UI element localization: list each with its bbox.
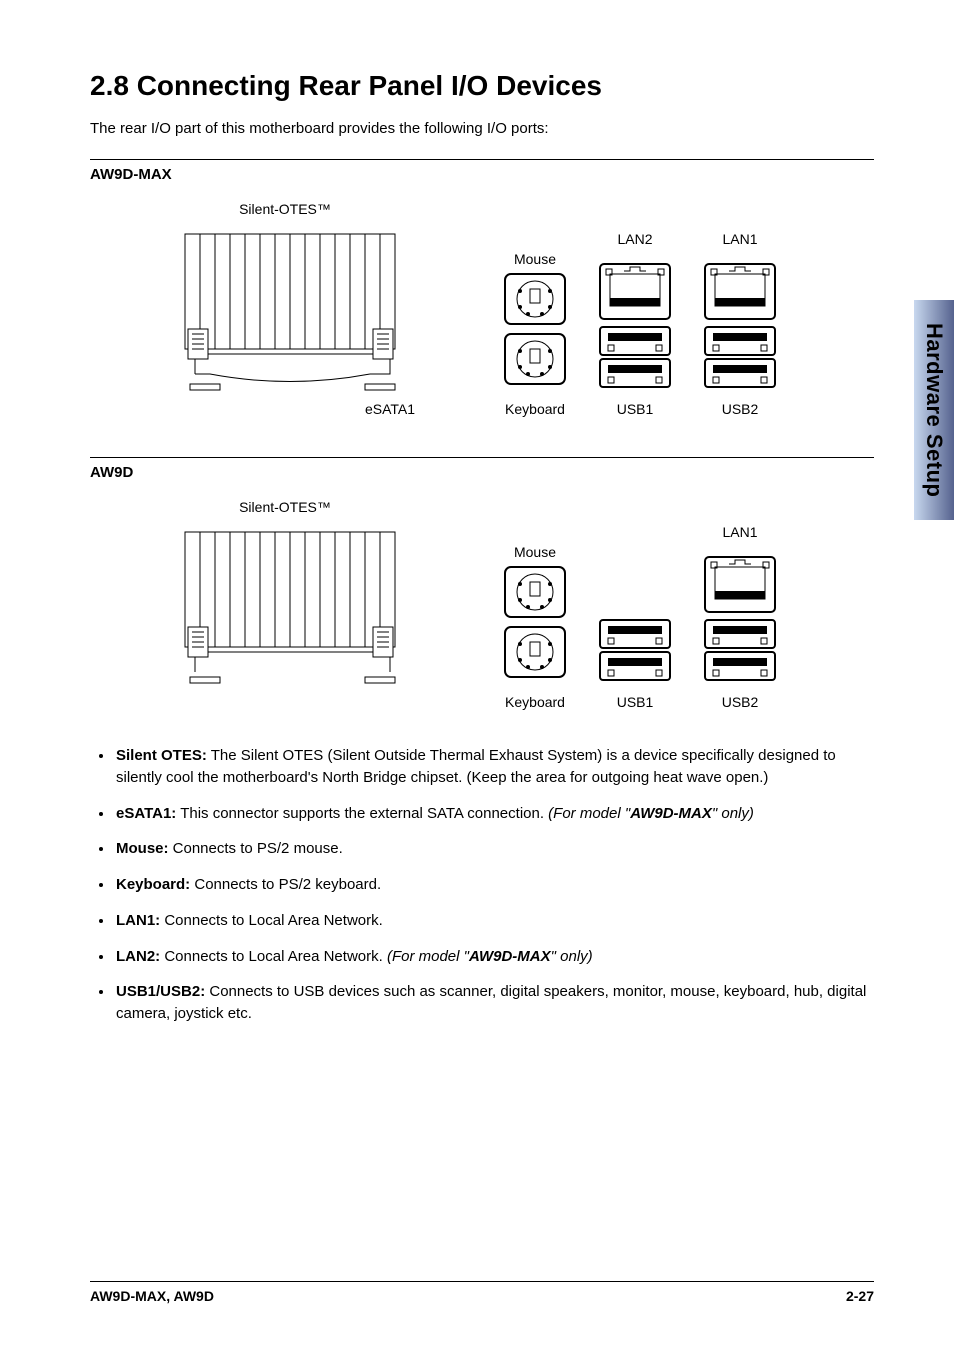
keyboard-label: Keyboard [505, 401, 565, 417]
usb1-port-icon-2 [600, 620, 670, 680]
usb2-label-2: USB2 [722, 694, 759, 710]
lan1-port-icon-2 [705, 557, 775, 612]
ps2-keyboard-icon [505, 334, 565, 384]
list-item: Silent OTES: The Silent OTES (Silent Out… [114, 745, 874, 789]
page-heading: 2.8 Connecting Rear Panel I/O Devices [90, 70, 874, 102]
bolditalic: AW9D-MAX [469, 948, 551, 965]
body: This connector supports the external SAT… [176, 805, 548, 822]
diagram-aw9d-max: Silent-OTES™ [90, 189, 810, 439]
page-footer: AW9D-MAX, AW9D 2-27 [90, 1281, 874, 1304]
bolditalic: AW9D-MAX [630, 805, 712, 822]
usb1-label-2: USB1 [617, 694, 654, 710]
list-item: USB1/USB2: Connects to USB devices such … [114, 981, 874, 1025]
footer-left: AW9D-MAX, AW9D [90, 1288, 214, 1304]
ps2-mouse-icon-2 [505, 567, 565, 617]
usb1-label: USB1 [617, 401, 654, 417]
body: Connects to USB devices such as scanner,… [116, 983, 866, 1022]
silent-otes-label: Silent-OTES™ [239, 201, 331, 217]
keyboard-label-2: Keyboard [505, 694, 565, 710]
ps2-mouse-icon [505, 274, 565, 324]
esata-label: eSATA1 [365, 401, 415, 417]
section-2-label: AW9D [90, 457, 874, 481]
usb2-label: USB2 [722, 401, 759, 417]
section-1-label: AW9D-MAX [90, 159, 874, 183]
term: eSATA1: [116, 805, 176, 822]
bullet-list: Silent OTES: The Silent OTES (Silent Out… [114, 745, 874, 1025]
heatsink-icon-2 [185, 532, 395, 683]
list-item: Keyboard: Connects to PS/2 keyboard. [114, 874, 874, 896]
body: The Silent OTES (Silent Outside Thermal … [116, 747, 836, 786]
list-item: eSATA1: This connector supports the exte… [114, 803, 874, 825]
italic-post: " only) [712, 805, 754, 822]
lan2-port-icon [600, 264, 670, 319]
ps2-keyboard-icon-2 [505, 627, 565, 677]
heatsink-icon [185, 234, 395, 390]
italic-post: " only) [551, 948, 593, 965]
term: Silent OTES: [116, 747, 207, 764]
term: USB1/USB2: [116, 983, 205, 1000]
silent-otes-label-2: Silent-OTES™ [239, 499, 331, 515]
diagram-aw9d: Silent-OTES™ [90, 487, 810, 727]
lan1-label: LAN1 [722, 231, 757, 247]
lan1-port-icon [705, 264, 775, 319]
term: Mouse: [116, 840, 169, 857]
lan1-label-2: LAN1 [722, 524, 757, 540]
list-item: LAN2: Connects to Local Area Network. (F… [114, 946, 874, 968]
body: Connects to Local Area Network. [160, 912, 383, 929]
body: Connects to PS/2 keyboard. [190, 876, 381, 893]
lan2-label: LAN2 [617, 231, 652, 247]
body: Connects to PS/2 mouse. [169, 840, 343, 857]
side-tab: Hardware Setup [914, 300, 954, 520]
mouse-label: Mouse [514, 251, 556, 267]
footer-right: 2-27 [846, 1288, 874, 1304]
list-item: LAN1: Connects to Local Area Network. [114, 910, 874, 932]
body: Connects to Local Area Network. [160, 948, 387, 965]
term: LAN1: [116, 912, 160, 929]
italic-pre: (For model " [387, 948, 469, 965]
list-item: Mouse: Connects to PS/2 mouse. [114, 838, 874, 860]
term: Keyboard: [116, 876, 190, 893]
italic-pre: (For model " [548, 805, 630, 822]
usb2-port-icon-2 [705, 620, 775, 680]
intro-text: The rear I/O part of this motherboard pr… [90, 120, 874, 137]
mouse-label-2: Mouse [514, 544, 556, 560]
usb2-port-icon [705, 327, 775, 387]
usb1-port-icon [600, 327, 670, 387]
term: LAN2: [116, 948, 160, 965]
